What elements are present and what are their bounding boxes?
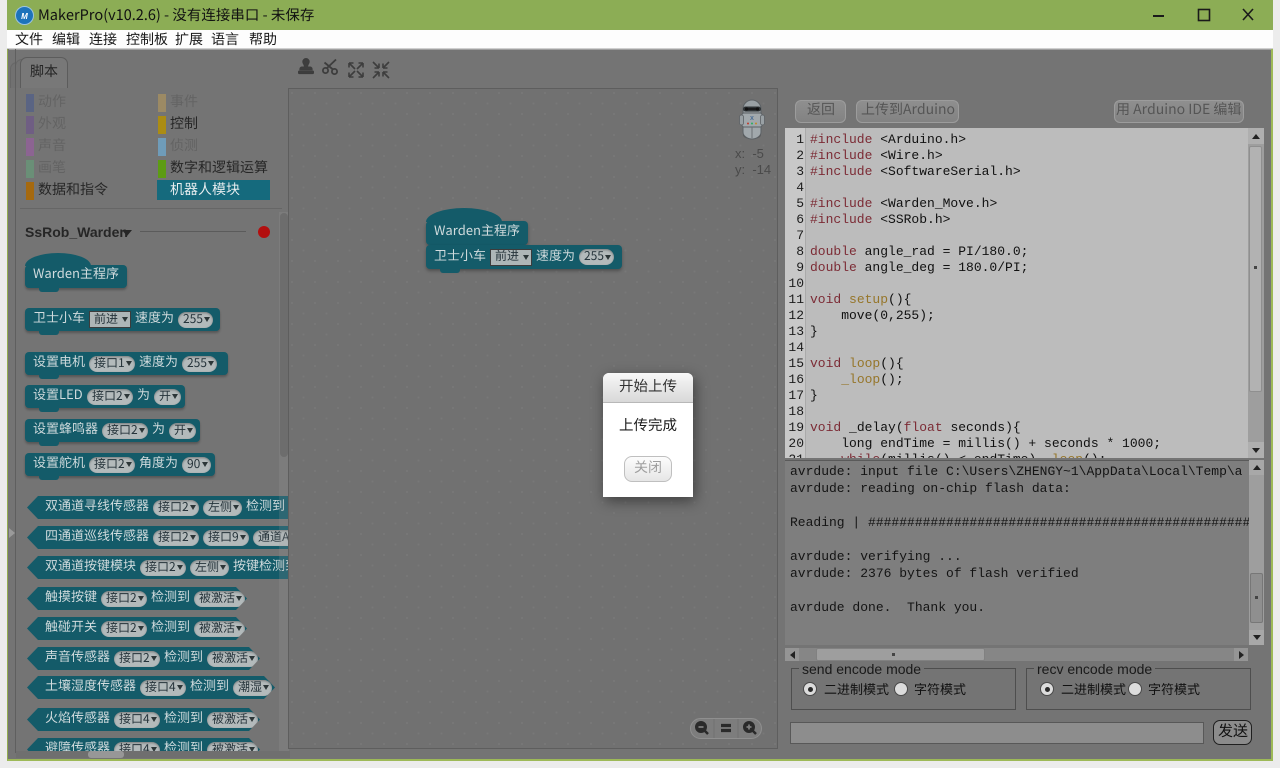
svg-text:x: x — [750, 115, 754, 122]
svg-text:M: M — [21, 12, 28, 21]
